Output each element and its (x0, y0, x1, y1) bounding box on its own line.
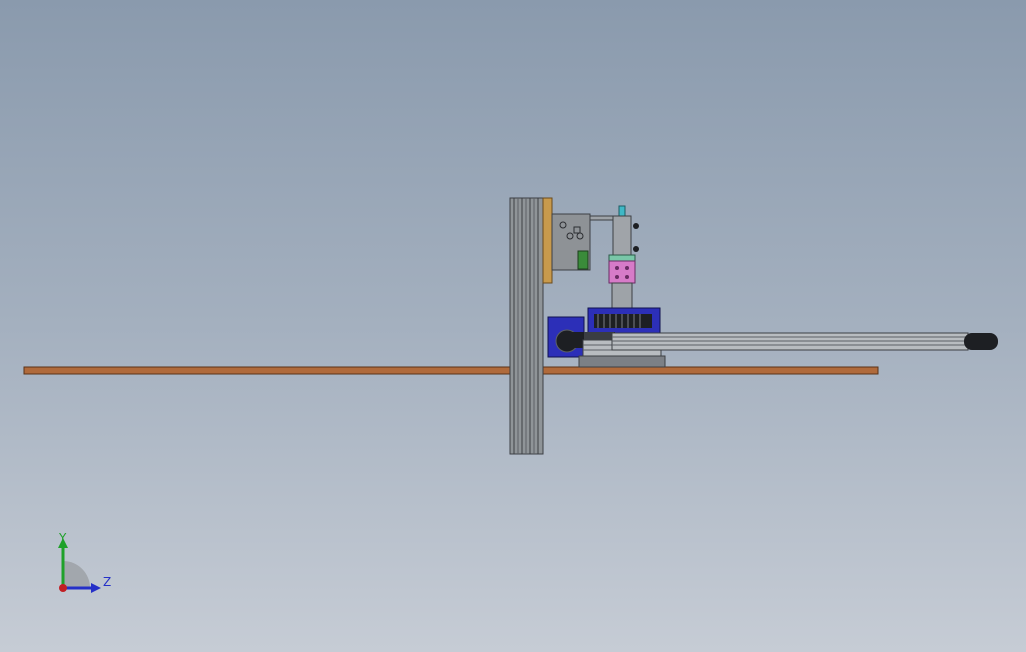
sensor-head[interactable] (612, 205, 639, 257)
coordinate-triad-icon: Y Z (58, 531, 111, 593)
support-post[interactable] (611, 282, 633, 309)
cad-viewport[interactable]: Y Z (0, 0, 1026, 652)
assembly-model[interactable] (0, 0, 1026, 652)
origin-dot (59, 584, 67, 592)
horizontal-arm[interactable] (611, 332, 998, 351)
vertical-column[interactable] (509, 197, 544, 455)
camera-block[interactable] (608, 254, 636, 284)
mounting-bracket[interactable] (542, 197, 553, 284)
floor-plate[interactable] (23, 366, 879, 375)
z-axis-arrowhead (91, 583, 101, 593)
triad-plane-icon (63, 561, 90, 588)
mounting-plate[interactable] (551, 213, 591, 271)
z-axis-label: Z (103, 575, 111, 589)
y-axis-label: Y (58, 531, 67, 545)
